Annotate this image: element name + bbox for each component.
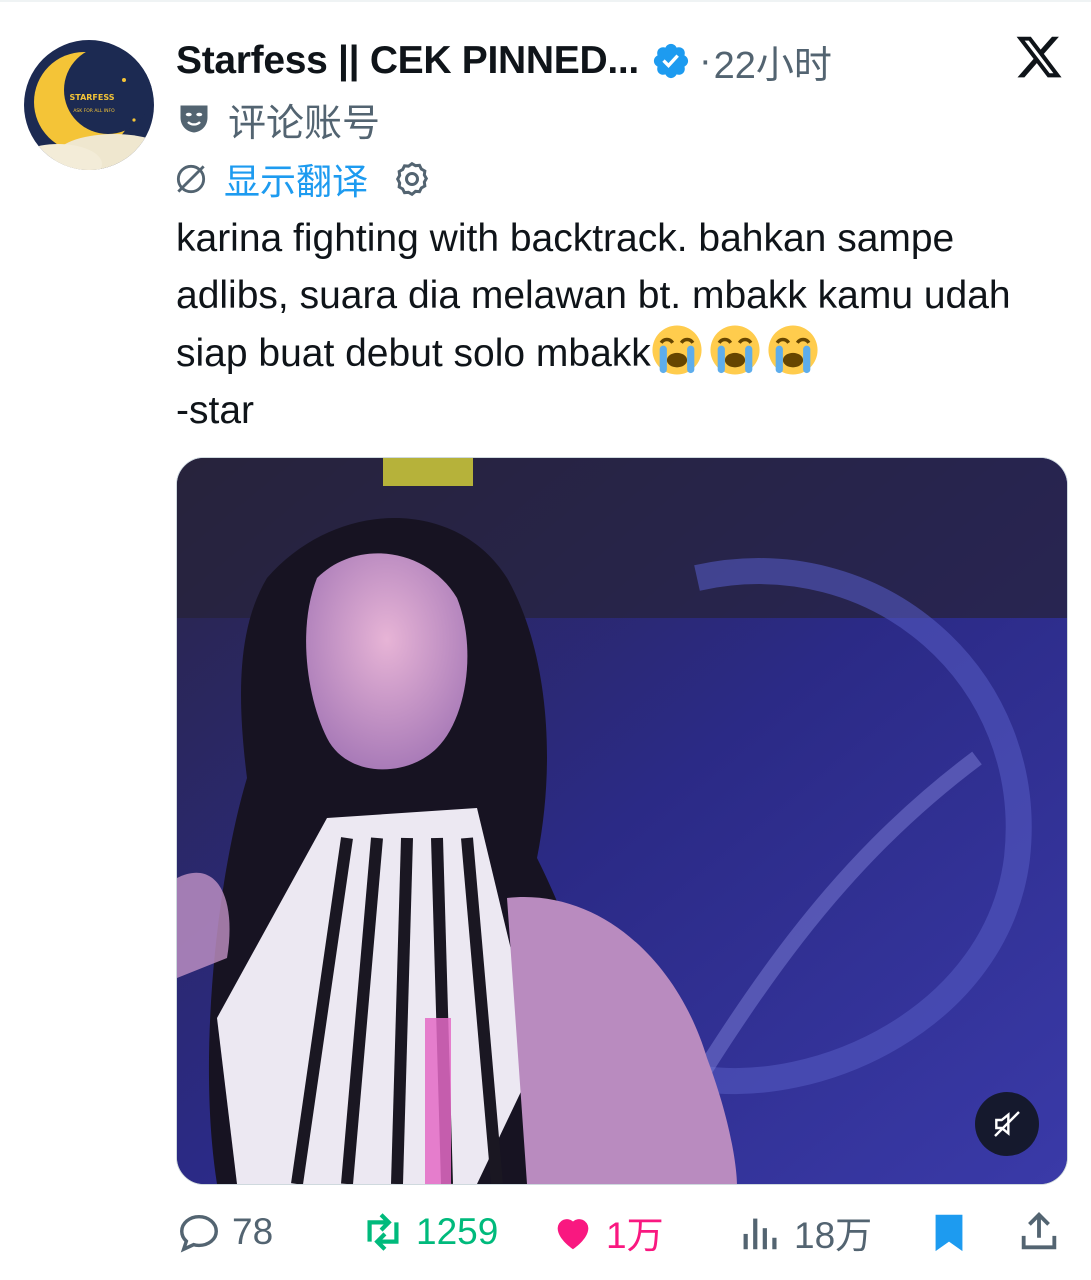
retweet-button[interactable]: 1259: [360, 1200, 498, 1264]
loudly-crying-face-icon: [652, 325, 702, 375]
video-frame: [177, 458, 1067, 1184]
bookmark-icon: [935, 1214, 963, 1252]
tweet-timestamp[interactable]: 22小时: [714, 34, 832, 89]
tweet-body: karina fighting with backtrack. bahkan s…: [176, 217, 1022, 375]
x-logo-icon[interactable]: [1014, 32, 1064, 82]
tweet-text: karina fighting with backtrack. bahkan s…: [176, 210, 1066, 439]
emoji-group: [651, 325, 819, 375]
views-bar-chart-icon: [743, 1218, 777, 1250]
tweet-actions: 78 1259 1万 18万: [0, 1200, 1091, 1264]
reply-button[interactable]: 78: [176, 1200, 273, 1264]
author-display-name[interactable]: Starfess || CEK PINNED...: [176, 39, 639, 83]
tweet-signature: -star: [176, 389, 254, 432]
like-count: 1万: [606, 1215, 664, 1256]
share-icon: [1021, 1212, 1057, 1250]
tweet-header: Starfess || CEK PINNED... · 22小时: [176, 34, 832, 88]
tweet-video[interactable]: [176, 457, 1068, 1185]
author-handle-row: 评论账号: [176, 92, 380, 147]
translate-row: 显示翻译: [172, 154, 432, 204]
views-button[interactable]: 18万: [738, 1200, 872, 1264]
reply-icon: [180, 1214, 218, 1253]
loudly-crying-face-icon: [710, 325, 760, 375]
like-button[interactable]: 1万: [550, 1200, 664, 1264]
mute-toggle-button[interactable]: [975, 1092, 1039, 1156]
share-button[interactable]: [1016, 1200, 1062, 1264]
avatar-logo-text: STARFESS: [69, 93, 114, 102]
show-translation-link[interactable]: 显示翻译: [224, 153, 368, 205]
retweet-count: 1259: [416, 1211, 499, 1252]
views-count: 18万: [794, 1215, 873, 1256]
avatar-logo-subtext: ASK FOR ALL INFO: [73, 108, 115, 114]
gear-icon[interactable]: [392, 159, 432, 199]
speaker-muted-icon: [994, 1111, 1020, 1137]
heart-icon: [557, 1219, 589, 1250]
time-separator: ·: [698, 39, 712, 82]
bookmark-button[interactable]: [926, 1200, 972, 1264]
reply-count: 78: [232, 1211, 274, 1252]
loudly-crying-face-icon: [768, 325, 818, 375]
retweet-icon: [367, 1213, 399, 1251]
verified-badge-icon[interactable]: [651, 41, 691, 81]
avatar[interactable]: STARFESS ASK FOR ALL INFO: [24, 40, 154, 170]
author-handle[interactable]: 评论账号: [228, 92, 380, 147]
translate-globe-icon: [172, 160, 210, 198]
theater-mask-icon: [176, 101, 212, 137]
top-divider: [0, 0, 1091, 2]
